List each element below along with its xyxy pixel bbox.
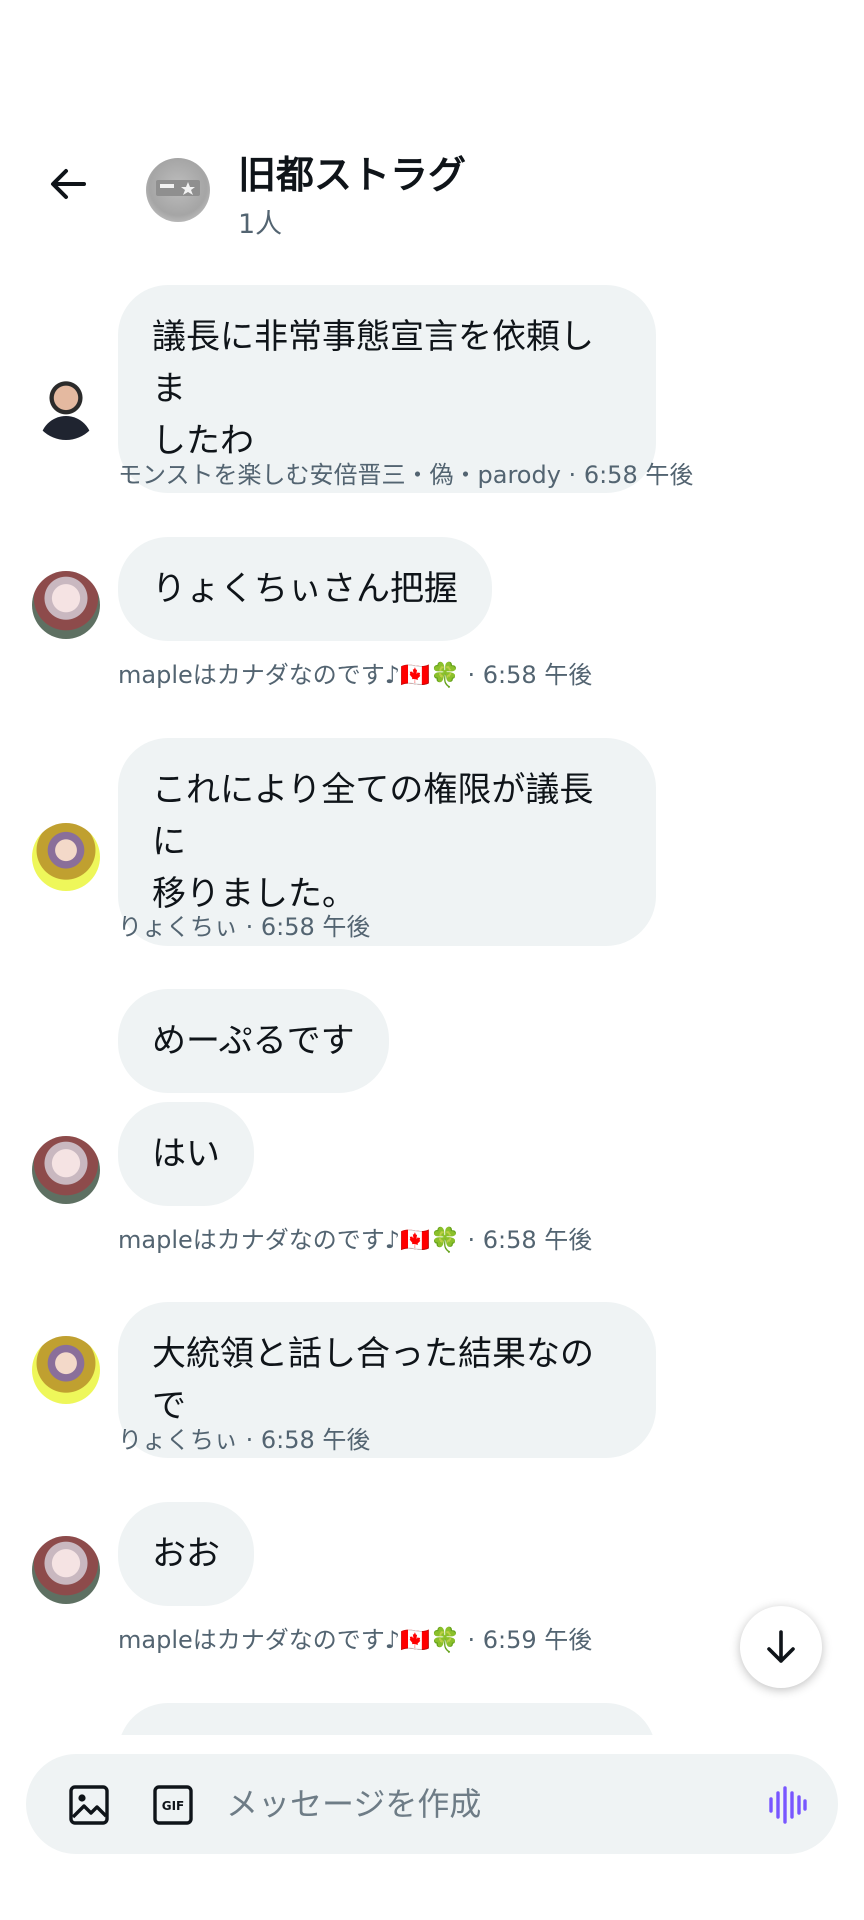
- gif-icon: GIF: [153, 1785, 193, 1825]
- voice-message-button[interactable]: [766, 1784, 808, 1826]
- scroll-to-bottom-button[interactable]: [740, 1606, 822, 1688]
- message-meta: mapleはカナダなのです♪🇨🇦🍀 · 6:58 午後: [118, 1220, 592, 1255]
- arrow-left-icon: [51, 169, 86, 199]
- sender-name: mapleはカナダなのです♪🇨🇦🍀: [118, 1226, 460, 1254]
- message-bubble[interactable]: おお: [118, 1502, 254, 1606]
- meta-separator: ·: [238, 913, 261, 941]
- message-bubble[interactable]: めーぷるです: [118, 989, 389, 1093]
- sender-name: mapleはカナダなのです♪🇨🇦🍀: [118, 1626, 460, 1654]
- meta-separator: ·: [459, 661, 483, 689]
- group-avatar[interactable]: [146, 158, 210, 222]
- message-input[interactable]: [226, 1778, 766, 1830]
- sender-name: りょくちぃ: [118, 1426, 238, 1454]
- image-button[interactable]: [68, 1784, 110, 1826]
- member-count[interactable]: 1人: [238, 202, 282, 241]
- sender-avatar[interactable]: [32, 372, 100, 440]
- sender-name: モンストを楽しむ安倍晋三・偽・parody: [118, 461, 561, 489]
- chat-title[interactable]: 旧都ストラグ: [238, 144, 466, 199]
- meta-separator: ·: [560, 461, 584, 489]
- arrow-down-icon: [767, 1630, 795, 1663]
- group-emblem-icon: [156, 180, 200, 196]
- message-bubble[interactable]: りょくちぃさん把握: [118, 537, 492, 641]
- sender-avatar[interactable]: [32, 823, 100, 891]
- sender-avatar[interactable]: [32, 1336, 100, 1404]
- message-bubble-partial[interactable]: [118, 1703, 656, 1735]
- message-meta: mapleはカナダなのです♪🇨🇦🍀 · 6:58 午後: [118, 655, 592, 690]
- message-meta: mapleはカナダなのです♪🇨🇦🍀 · 6:59 午後: [118, 1620, 592, 1655]
- sender-avatar[interactable]: [32, 571, 100, 639]
- meta-separator: ·: [459, 1626, 483, 1654]
- gif-button[interactable]: GIF: [152, 1784, 194, 1826]
- message-time: 6:58 午後: [482, 661, 593, 689]
- sender-name: mapleはカナダなのです♪🇨🇦🍀: [118, 661, 460, 689]
- message-bubble[interactable]: はい: [118, 1102, 254, 1206]
- chat-header: 旧都ストラグ 1人: [0, 0, 864, 260]
- meta-separator: ·: [238, 1426, 261, 1454]
- message-composer: GIF: [26, 1754, 838, 1854]
- sender-avatar[interactable]: [32, 1536, 100, 1604]
- message-time: 6:58 午後: [260, 1426, 371, 1454]
- sender-avatar[interactable]: [32, 1136, 100, 1204]
- message-time: 6:58 午後: [260, 913, 371, 941]
- message-list[interactable]: 議長に非常事態宣言を依頼しま したわ モンストを楽しむ安倍晋三・偽・parody…: [0, 260, 864, 1735]
- message-meta: モンストを楽しむ安倍晋三・偽・parody · 6:58 午後: [118, 455, 693, 490]
- message-time: 6:59 午後: [482, 1626, 593, 1654]
- sender-name: りょくちぃ: [118, 913, 238, 941]
- message-time: 6:58 午後: [583, 461, 694, 489]
- image-icon: [69, 1785, 109, 1825]
- message-time: 6:58 午後: [482, 1226, 593, 1254]
- svg-text:GIF: GIF: [162, 1799, 185, 1813]
- back-button[interactable]: [44, 160, 92, 208]
- message-meta: りょくちぃ · 6:58 午後: [118, 1420, 370, 1455]
- message-meta: りょくちぃ · 6:58 午後: [118, 907, 370, 942]
- voice-icon: [769, 1786, 807, 1824]
- meta-separator: ·: [459, 1226, 483, 1254]
